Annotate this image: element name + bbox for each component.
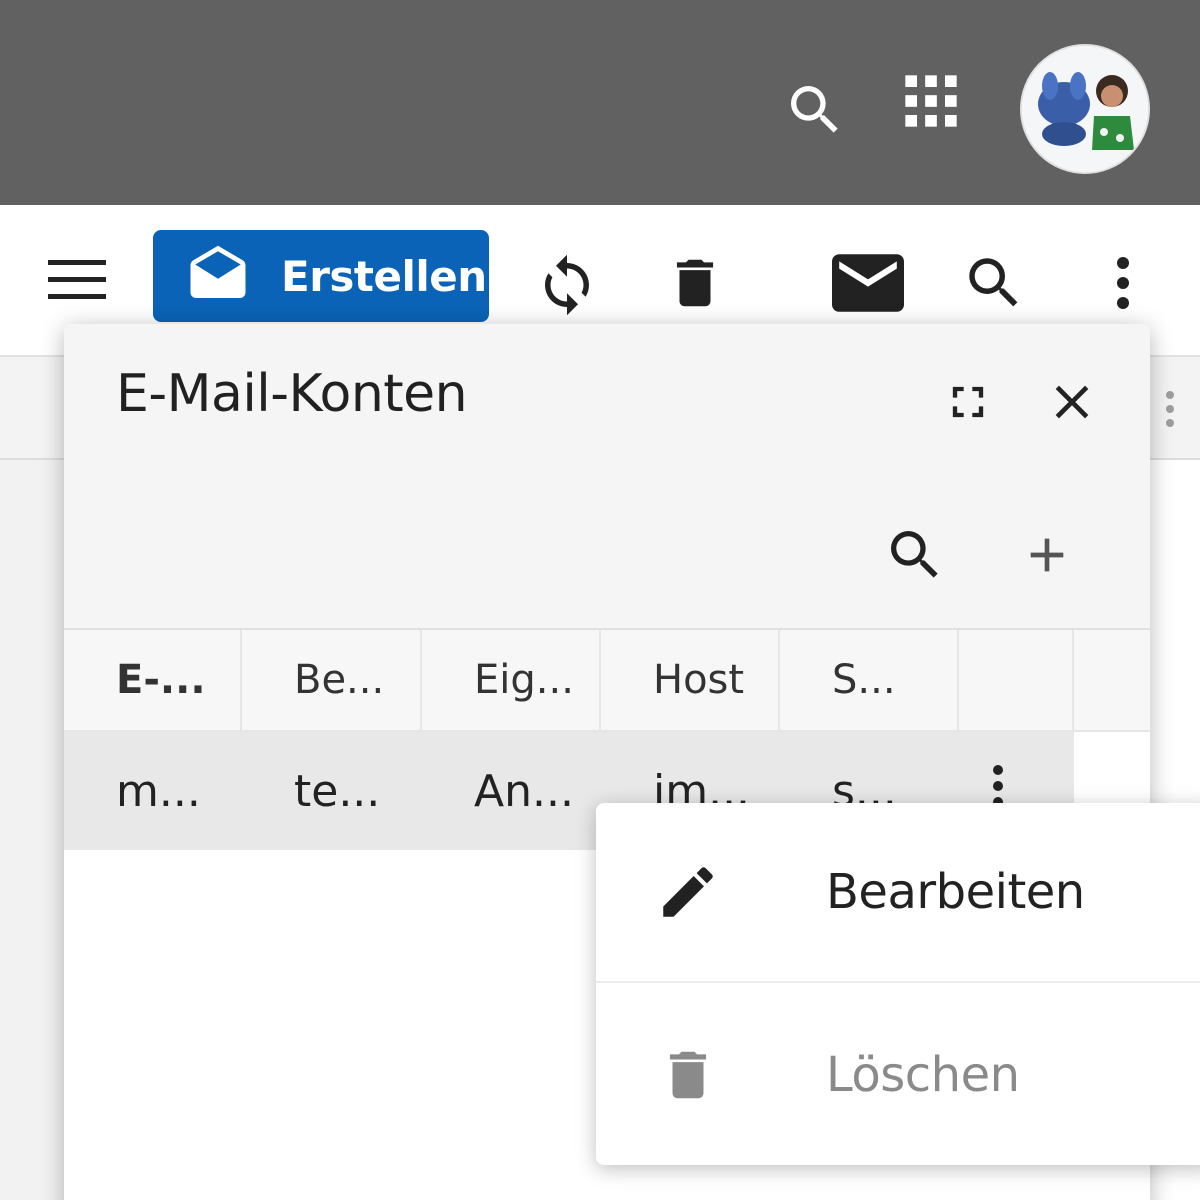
user-avatar[interactable] [1020, 44, 1150, 174]
more-vertical-icon[interactable] [1158, 388, 1182, 432]
menu-item-delete[interactable]: Löschen [596, 985, 1200, 1165]
trash-icon[interactable] [660, 248, 730, 318]
create-button[interactable]: Erstellen [153, 230, 489, 322]
top-app-bar [0, 0, 1200, 205]
cell-email: m... [116, 765, 201, 817]
column-header-status[interactable]: S... [780, 630, 959, 730]
cell-owner: An... [474, 765, 574, 817]
refresh-icon[interactable] [530, 248, 604, 322]
search-icon[interactable] [955, 246, 1033, 320]
envelope-icon[interactable] [828, 248, 908, 318]
search-icon[interactable] [780, 75, 850, 145]
apps-grid-icon[interactable] [898, 68, 964, 134]
hamburger-menu-icon[interactable] [40, 248, 114, 312]
search-icon[interactable] [880, 520, 950, 590]
column-header-email[interactable]: E-... [64, 630, 242, 730]
open-envelope-icon [183, 241, 253, 311]
dialog-title: E-Mail-Konten [116, 364, 468, 424]
table-header: E-... Be... Eig... Host S... [64, 630, 1150, 732]
pencil-icon [648, 852, 728, 932]
menu-item-delete-label: Löschen [826, 1047, 1020, 1103]
menu-item-edit-label: Bearbeiten [826, 864, 1085, 920]
cell-description: te... [294, 765, 381, 817]
more-vertical-icon[interactable] [1100, 246, 1146, 320]
column-header-description[interactable]: Be... [242, 630, 422, 730]
create-button-label: Erstellen [281, 251, 487, 301]
dialog-header: E-Mail-Konten [64, 324, 1150, 630]
column-header-actions [959, 630, 1074, 730]
column-header-host[interactable]: Host [601, 630, 780, 730]
close-icon[interactable] [1040, 370, 1104, 434]
menu-item-edit[interactable]: Bearbeiten [596, 803, 1200, 983]
trash-icon [648, 1035, 728, 1115]
background-panel [0, 460, 64, 1200]
column-header-owner[interactable]: Eig... [422, 630, 601, 730]
fullscreen-icon[interactable] [936, 370, 1000, 434]
plus-icon[interactable] [1012, 520, 1082, 590]
row-context-menu: Bearbeiten Löschen [596, 803, 1200, 1165]
